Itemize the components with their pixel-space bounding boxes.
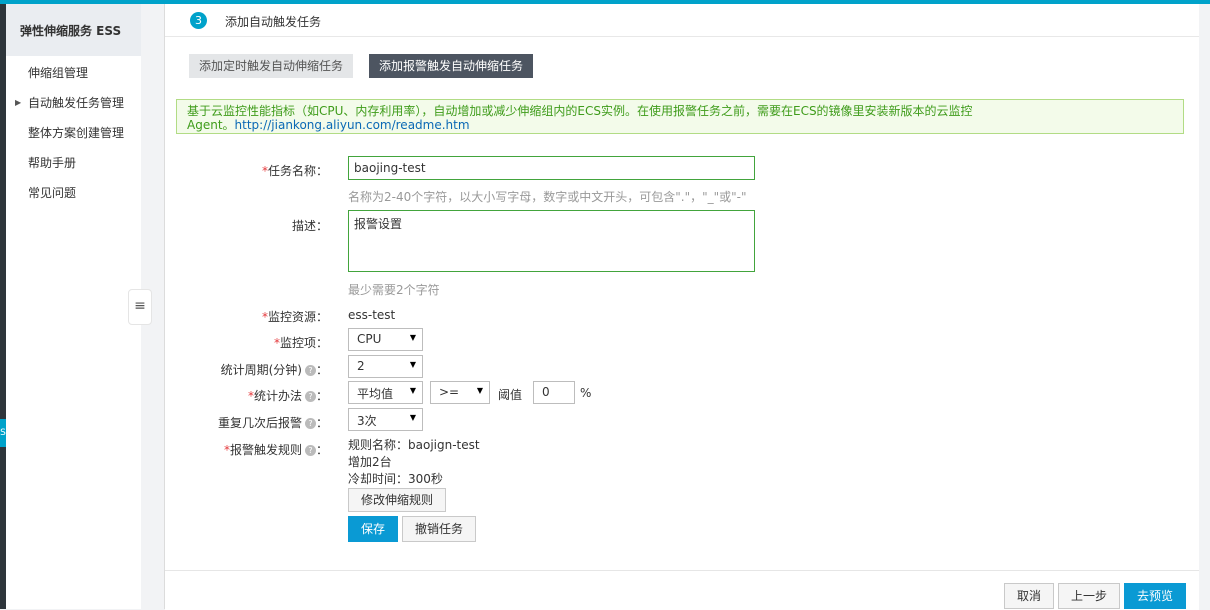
right-gutter [1199, 4, 1210, 609]
method-label-text: 统计办法 [253, 389, 302, 403]
sidebar-item-label: 帮助手册 [28, 156, 77, 170]
repeat-select[interactable]: 3次 ▼ [348, 408, 423, 431]
footer-bar: 取消 上一步 去预览 [165, 570, 1199, 610]
threshold-label: 阈值 [498, 388, 523, 402]
sidebar-item-help-manual[interactable]: 帮助手册 [6, 148, 141, 178]
description-hint: 最少需要2个字符 [348, 283, 440, 297]
main-panel: 3 添加自动触发任务 添加定时触发自动伸缩任务 添加报警触发自动伸缩任务 基于云… [164, 4, 1200, 610]
cancel-task-button[interactable]: 撤销任务 [402, 516, 476, 542]
monitor-resource-label-text: 监控资源： [267, 310, 328, 324]
sidebar-item-scaling-groups[interactable]: 伸缩组管理 [6, 58, 141, 88]
monitor-item-label-text: 监控项： [279, 336, 328, 350]
alarm-task-form: *任务名称： baojing-test 名称为2-40个字符，以大小写字母，数字… [176, 146, 1186, 546]
menu-icon: ≡ [134, 298, 146, 314]
rule-label-text: 报警触发规则 [229, 443, 302, 457]
preview-button[interactable]: 去预览 [1124, 583, 1186, 609]
rule-cooldown-line: 冷却时间：300秒 [348, 472, 443, 486]
dropdown-arrow-icon: ▼ [409, 413, 416, 422]
dropdown-arrow-icon: ▼ [409, 360, 416, 369]
notice-text-2: Agent。 [187, 118, 235, 132]
notice-line-2: Agent。http://jiankong.aliyun.com/readme.… [187, 118, 1183, 132]
period-label: 统计周期(分钟)?： [221, 361, 328, 378]
tab-alarm-task[interactable]: 添加报警触发自动伸缩任务 [369, 54, 534, 78]
sidebar-title: 弹性伸缩服务 ESS [6, 4, 141, 56]
method-label: *统计办法?： [248, 387, 328, 404]
info-notice: 基于云监控性能指标（如CPU、内存利用率），自动增加或减少伸缩组内的ECS实例。… [176, 99, 1184, 134]
repeat-label-text: 重复几次后报警 [217, 416, 302, 430]
period-label-text: 统计周期(分钟) [220, 363, 302, 377]
readme-link[interactable]: http://jiankong.aliyun.com/readme.htm [235, 118, 470, 132]
label-colon: ： [315, 416, 328, 430]
modify-rule-button[interactable]: 修改伸缩规则 [348, 488, 446, 512]
percent-unit: % [580, 386, 592, 400]
previous-step-button[interactable]: 上一步 [1058, 583, 1120, 609]
task-name-label: *任务名称： [262, 162, 328, 179]
help-icon[interactable]: ? [304, 365, 316, 376]
operator-value: >= [439, 385, 460, 399]
threshold-input[interactable]: 0 [533, 381, 575, 404]
caret-right-icon: ▶ [15, 98, 22, 107]
help-icon[interactable]: ? [304, 418, 316, 429]
dropdown-arrow-icon: ▼ [409, 333, 416, 342]
help-icon[interactable]: ? [304, 445, 316, 456]
sidebar-item-label: 常见问题 [28, 186, 77, 200]
sidebar: 弹性伸缩服务 ESS 伸缩组管理 ▶ 自动触发任务管理 整体方案创建管理 帮助手… [6, 4, 141, 609]
sidebar-item-solution-management[interactable]: 整体方案创建管理 [6, 118, 141, 148]
method-select[interactable]: 平均值 ▼ [348, 381, 423, 404]
rule-label: *报警触发规则?： [224, 441, 328, 458]
sidebar-item-faq[interactable]: 常见问题 [6, 178, 141, 208]
step-number-badge: 3 [190, 12, 207, 29]
repeat-value: 3次 [357, 414, 377, 428]
monitor-item-value: CPU [357, 332, 382, 346]
description-textarea[interactable]: 报警设置 [348, 210, 755, 272]
description-label: 描述： [291, 219, 328, 233]
help-icon[interactable]: ? [304, 391, 316, 402]
monitor-item-label: *监控项： [274, 334, 328, 351]
label-colon: ： [315, 363, 328, 377]
step-title: 添加自动触发任务 [225, 15, 322, 29]
step-header: 3 添加自动触发任务 [165, 4, 1199, 37]
method-value: 平均值 [357, 387, 394, 401]
cancel-button[interactable]: 取消 [1004, 583, 1054, 609]
rule-name-line: 规则名称：baojign-test [348, 438, 480, 452]
save-button[interactable]: 保存 [348, 516, 398, 542]
tab-scheduled-task[interactable]: 添加定时触发自动伸缩任务 [189, 54, 354, 78]
sidebar-item-label: 整体方案创建管理 [28, 126, 125, 140]
repeat-label: 重复几次后报警?： [218, 414, 328, 431]
period-value: 2 [357, 359, 365, 373]
task-name-hint: 名称为2-40个字符，以大小写字母，数字或中文开头，可包含"."，"_"或"-" [348, 190, 747, 204]
task-name-input[interactable]: baojing-test [348, 156, 755, 180]
task-name-label-text: 任务名称： [267, 164, 328, 178]
sidebar-item-auto-trigger-tasks[interactable]: ▶ 自动触发任务管理 [6, 88, 141, 118]
period-select[interactable]: 2 ▼ [348, 355, 423, 378]
monitor-resource-value: ess-test [348, 308, 396, 322]
label-colon: ： [315, 443, 328, 457]
dropdown-arrow-icon: ▼ [409, 386, 416, 395]
monitor-resource-label: *监控资源： [262, 308, 328, 325]
rule-add-line: 增加2台 [348, 455, 392, 469]
notice-text: 基于云监控性能指标（如CPU、内存利用率），自动增加或减少伸缩组内的ECS实例。… [187, 104, 973, 118]
dropdown-arrow-icon: ▼ [476, 386, 483, 395]
sidebar-item-label: 自动触发任务管理 [28, 96, 125, 110]
sidebar-collapse-toggle[interactable]: ≡ [128, 289, 152, 325]
operator-select[interactable]: >= ▼ [430, 381, 490, 404]
label-colon: ： [315, 389, 328, 403]
monitor-item-select[interactable]: CPU ▼ [348, 328, 423, 351]
sidebar-item-label: 伸缩组管理 [28, 66, 89, 80]
